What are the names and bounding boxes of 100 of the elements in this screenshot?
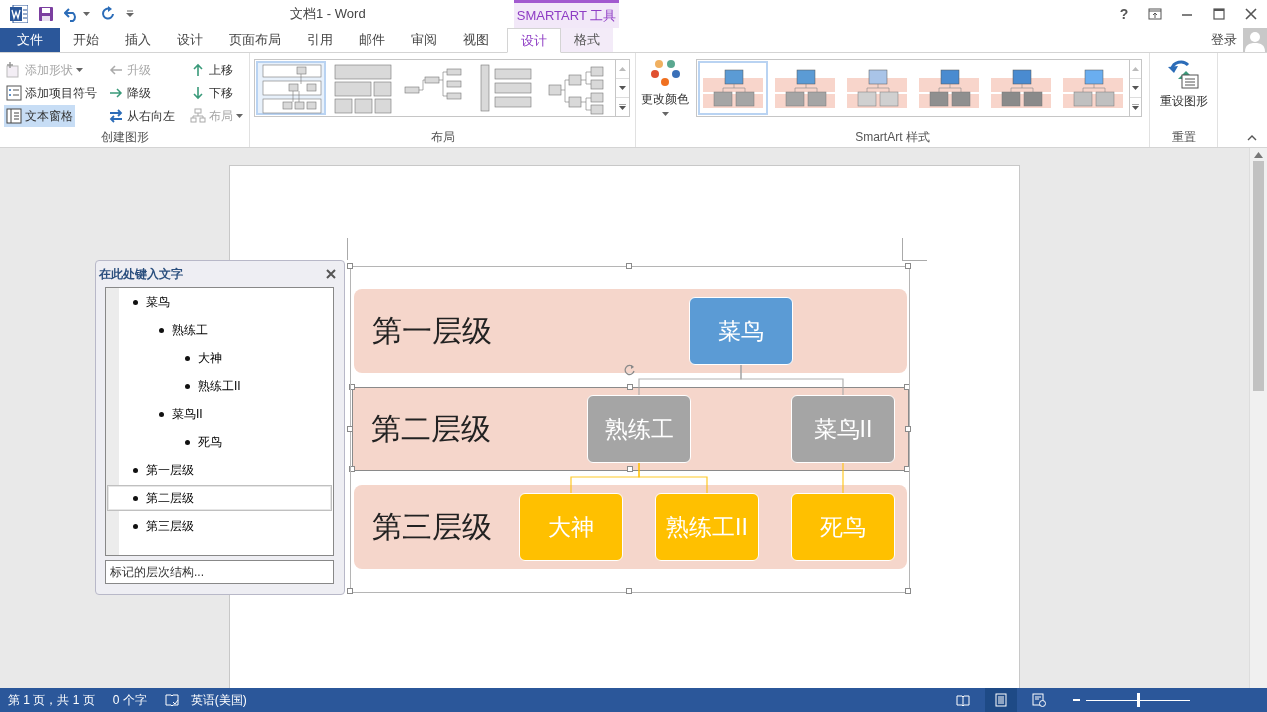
collapse-ribbon-icon[interactable] — [1247, 135, 1257, 141]
resize-handle[interactable] — [626, 466, 633, 472]
add-shape-icon — [6, 62, 22, 78]
resize-handle[interactable] — [349, 384, 355, 390]
bullet-item[interactable]: 熟练工 — [107, 317, 332, 343]
bullet-item[interactable]: 死鸟 — [107, 429, 332, 455]
word-logo-icon[interactable] — [10, 5, 28, 23]
more-options-icon[interactable] — [1132, 104, 1139, 110]
bullet-list-icon — [6, 85, 22, 101]
resize-handle[interactable] — [904, 384, 910, 390]
ribbon-button[interactable]: 从右向左 — [106, 105, 177, 127]
sign-in-link[interactable]: 登录 — [1211, 28, 1243, 52]
resize-handle[interactable] — [626, 384, 633, 390]
scroll-up-icon[interactable] — [1254, 152, 1263, 158]
resize-handle[interactable] — [626, 588, 632, 594]
maximize-icon[interactable] — [1212, 7, 1226, 21]
swap-arrows-icon — [108, 108, 124, 124]
connector-line — [842, 462, 844, 494]
resize-handle[interactable] — [347, 425, 353, 432]
bullet-item[interactable]: 第三层级 — [107, 513, 332, 539]
customize-menu-icon[interactable] — [126, 10, 134, 18]
color-dots-icon — [650, 59, 680, 87]
connector-line — [638, 462, 708, 494]
resize-handle[interactable] — [347, 588, 353, 594]
hierarchy-thumbnail-icon — [331, 61, 395, 115]
word-count: 0 个字 — [112, 691, 147, 709]
style-option[interactable] — [698, 61, 768, 115]
save-icon[interactable] — [38, 6, 54, 22]
diagram-style-thumbnail-icon — [1061, 66, 1125, 110]
layout-option[interactable] — [256, 61, 326, 115]
bullet-item[interactable]: 菜鸟 — [107, 289, 332, 315]
hierarchy-icon — [190, 108, 206, 124]
scroll-down-icon[interactable] — [1132, 86, 1139, 90]
ribbon-tab[interactable]: 视图 — [450, 28, 502, 52]
close-icon[interactable] — [1244, 7, 1258, 21]
resize-handle[interactable] — [905, 588, 911, 594]
group-label: 布局 — [429, 128, 456, 146]
ribbon-tab[interactable]: 格式 — [561, 28, 613, 52]
rotate-handle-icon[interactable] — [624, 364, 636, 376]
diagram-style-thumbnail-icon — [773, 66, 837, 110]
dropdown-caret-icon — [76, 68, 83, 72]
dropdown-caret-icon — [83, 12, 90, 16]
ribbon-button[interactable]: 上移 — [188, 59, 235, 81]
bullet-item[interactable]: 菜鸟II — [107, 401, 332, 427]
proofing-icon[interactable] — [164, 693, 179, 707]
resize-handle[interactable] — [904, 466, 910, 472]
diagram-style-thumbnail-icon — [917, 66, 981, 110]
group-label: 创建图形 — [99, 129, 150, 146]
resize-handle[interactable] — [905, 263, 911, 269]
group-label: SmartArt 样式 — [854, 128, 931, 146]
resize-handle[interactable] — [349, 466, 355, 472]
bullet-item[interactable]: 第二层级 — [107, 485, 332, 511]
change-colors-button[interactable]: 更改颜色 — [640, 57, 690, 118]
help-button[interactable]: ? — [1109, 5, 1139, 23]
ribbon-display-options-icon[interactable] — [1148, 7, 1162, 21]
down-arrow-icon — [190, 85, 206, 101]
bullet-item[interactable]: 大神 — [107, 345, 332, 371]
language[interactable]: 英语(美国) — [190, 691, 247, 709]
hierarchy-thumbnail-icon — [259, 61, 323, 115]
bullet-item[interactable]: 熟练工II — [107, 373, 332, 399]
crop-mark — [902, 238, 927, 261]
dropdown-caret-icon — [661, 112, 669, 116]
resize-handle[interactable] — [347, 263, 353, 269]
context-tab-group-label: SMARTART 工具 — [514, 0, 619, 28]
view-button[interactable] — [985, 688, 1017, 712]
ribbon-tab[interactable]: 设计 — [507, 28, 561, 53]
scrollbar-thumb[interactable] — [1253, 161, 1264, 391]
resize-handle[interactable] — [905, 425, 911, 432]
ribbon-button[interactable]: 降级 — [106, 82, 153, 104]
ribbon-tab[interactable]: 邮件 — [346, 28, 398, 52]
ribbon-button[interactable]: 下移 — [188, 82, 235, 104]
ribbon-button[interactable]: 文本窗格 — [4, 105, 75, 127]
pane-title: 在此处键入文字 — [99, 265, 183, 283]
resize-handle[interactable] — [626, 263, 632, 269]
ribbon-tab[interactable]: 页面布局 — [216, 28, 294, 52]
redo-icon[interactable] — [100, 6, 116, 22]
diagram-style-thumbnail-icon — [845, 66, 909, 110]
reset-graphic-button[interactable]: 重设图形 — [1158, 57, 1209, 112]
scroll-up-icon[interactable] — [619, 67, 626, 71]
level-label: 第三层级 — [372, 508, 492, 545]
ribbon-button[interactable]: 添加项目符号 — [4, 82, 99, 104]
ribbon-tab[interactable]: 插入 — [112, 28, 164, 52]
page-count: 第 1 页，共 1 页 — [8, 691, 95, 709]
ribbon-tab[interactable]: 引用 — [294, 28, 346, 52]
ribbon-tab[interactable]: 开始 — [60, 28, 112, 52]
ribbon-tab[interactable]: 文件 — [0, 28, 60, 52]
scroll-down-icon[interactable] — [619, 86, 626, 90]
zoom-slider-thumb[interactable] — [1137, 693, 1140, 707]
more-options-icon[interactable] — [619, 104, 626, 110]
diagram-style-thumbnail-icon — [989, 66, 1053, 110]
bullet-item[interactable]: 第一层级 — [107, 457, 332, 483]
window-title: 文档1 - Word — [290, 5, 367, 23]
read-mode-icon — [956, 693, 970, 707]
level-label: 第一层级 — [372, 312, 492, 349]
diagram-style-thumbnail-icon — [701, 66, 765, 110]
close-icon[interactable] — [326, 269, 336, 279]
scroll-up-icon[interactable] — [1132, 67, 1139, 71]
ribbon-tab[interactable]: 审阅 — [398, 28, 450, 52]
web-layout-icon — [1032, 693, 1046, 707]
ribbon-tab[interactable]: 设计 — [164, 28, 216, 52]
